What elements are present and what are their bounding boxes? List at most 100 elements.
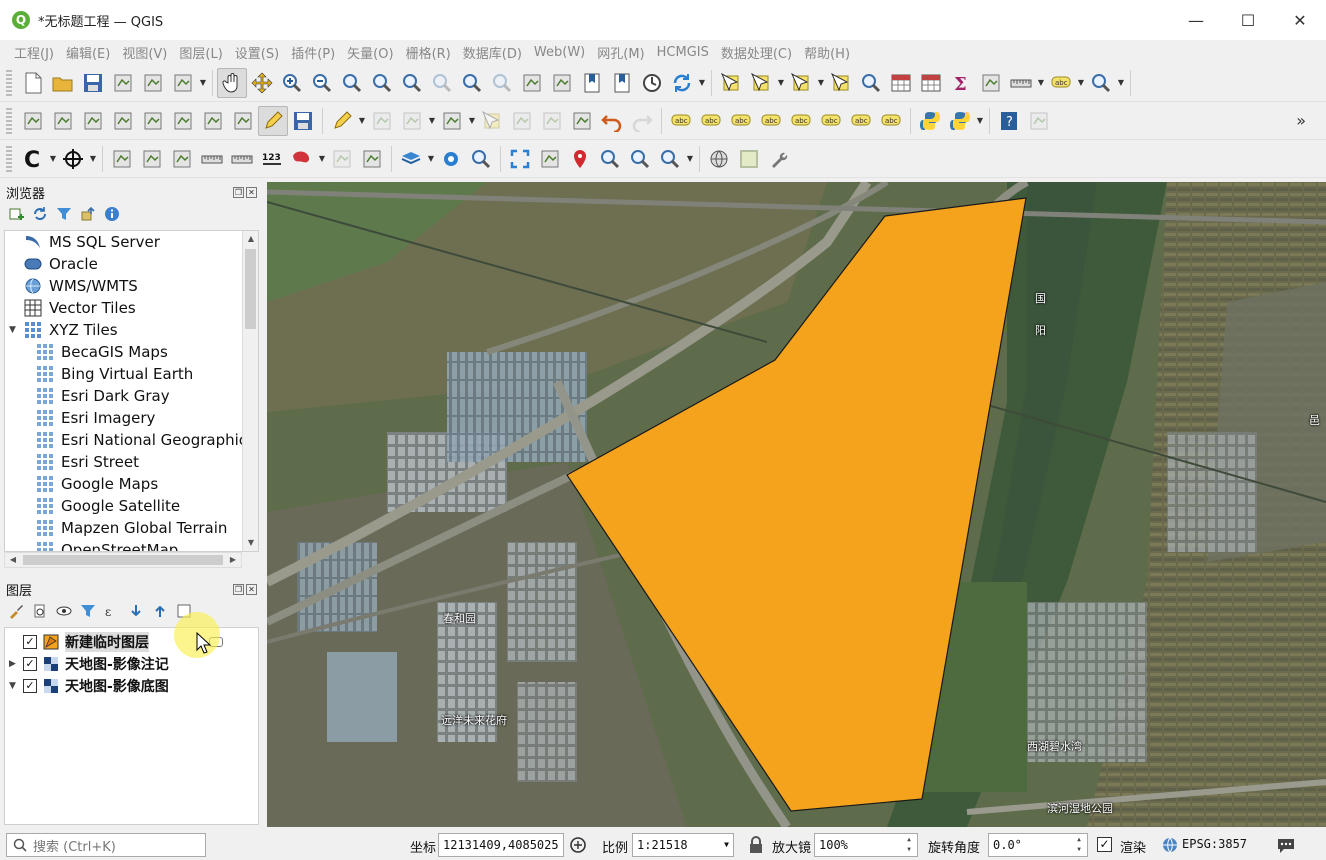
maximize-button[interactable]: ☐ [1222,0,1274,40]
browser-horizontal-scrollbar[interactable]: ◀ ▶ [4,552,242,568]
search-icon[interactable] [466,144,496,174]
menu-view[interactable]: 视图(V) [116,43,173,62]
georeferencer-icon[interactable] [1024,106,1054,136]
cut-features-icon[interactable] [507,106,537,136]
browser-item[interactable]: Esri Street [35,451,139,473]
layer-row-annotation[interactable]: ▶ ✓ 天地图-影像注记 [9,653,169,675]
zoom-native-icon[interactable] [427,68,457,98]
layer-labeling-icon[interactable]: abc [696,106,726,136]
close-panel-icon[interactable]: ✕ [246,583,257,595]
globe-icon[interactable] [1160,835,1180,855]
dropdown-arrow-icon[interactable]: ▼ [697,68,707,98]
zoom-cross-icon[interactable] [625,144,655,174]
browser-item[interactable]: BecaGIS Maps [35,341,168,363]
new-spatial-bookmark-icon[interactable] [577,68,607,98]
wrench-icon[interactable] [764,144,794,174]
statistics-icon[interactable] [916,68,946,98]
scroll-right-icon[interactable]: ▶ [225,553,241,567]
browser-item[interactable]: Esri Dark Gray [35,385,170,407]
new-shapefile-layer-icon[interactable] [78,106,108,136]
deselect-icon[interactable] [786,68,816,98]
layout-manager-icon[interactable] [138,68,168,98]
new-print-layout-icon[interactable] [108,68,138,98]
help-icon[interactable]: ? [994,106,1024,136]
python-icon[interactable] [945,106,975,136]
locator-search-input[interactable]: 搜索 (Ctrl+K) [6,833,206,857]
identify-features-icon[interactable] [856,68,886,98]
dropdown-arrow-icon[interactable]: ▼ [467,106,477,136]
delete-selected-icon[interactable] [477,106,507,136]
dropdown-arrow-icon[interactable]: ▼ [816,68,826,98]
scroll-left-icon[interactable]: ◀ [5,553,21,567]
menu-project[interactable]: 工程(J) [8,43,60,62]
zoom-box-icon[interactable] [655,144,685,174]
new-temporary-layer-icon[interactable] [138,106,168,136]
scrollbar-thumb[interactable] [23,555,223,565]
add-group-icon[interactable] [30,601,50,621]
spin-arrows-icon[interactable]: ▲ ▼ [1073,835,1085,855]
coordinate-field[interactable]: 12131409,4085025 [438,833,564,857]
spin-arrows-icon[interactable]: ▲ ▼ [903,835,915,855]
move-label-icon[interactable]: abc [816,106,846,136]
filter-by-expression-icon[interactable]: ε [102,601,122,621]
toolbar-overflow-button[interactable]: » [1296,111,1306,130]
dropdown-arrow-icon[interactable]: ▼ [1036,68,1046,98]
dropdown-arrow-icon[interactable]: ▼ [357,106,367,136]
locator-icon[interactable] [1086,68,1116,98]
render-checkbox[interactable]: ✓ [1097,837,1112,852]
close-button[interactable]: ✕ [1274,0,1326,40]
layers-tree[interactable]: ✓ 新建临时图层 ▶ ✓ 天地图-影像注记 ▼ ✓ 天地图-影像底图 [4,627,259,825]
python-console-icon[interactable] [915,106,945,136]
expand-arrow-icon[interactable]: ▶ [9,659,23,669]
measure-icon[interactable] [197,144,227,174]
mouse-coordinate-icon[interactable] [568,835,588,855]
toolbar-grip[interactable] [6,145,12,172]
network-icon[interactable] [327,144,357,174]
browser-item[interactable]: Google Maps [35,473,158,495]
menu-layer[interactable]: 图层(L) [173,43,228,62]
ruler-icon[interactable] [227,144,257,174]
change-label-icon[interactable]: abc [876,106,906,136]
menu-help[interactable]: 帮助(H) [798,43,856,62]
attribute-table-icon[interactable] [886,68,916,98]
temporal-controller-icon[interactable] [637,68,667,98]
zoom-next-icon[interactable] [487,68,517,98]
menu-settings[interactable]: 设置(S) [229,43,285,62]
browser-item[interactable]: MS SQL Server [9,231,160,253]
menu-database[interactable]: 数据库(D) [457,43,528,62]
save-edits-icon[interactable] [288,106,318,136]
open-layer-styling-icon[interactable] [6,601,26,621]
browser-item[interactable]: WMS/WMTS [9,275,138,297]
style-manager-icon[interactable] [168,68,198,98]
collapse-arrow-icon[interactable]: ▼ [9,681,23,691]
zoom-to-layer-icon[interactable] [397,68,427,98]
dropdown-arrow-icon[interactable]: ▼ [1076,68,1086,98]
select-features-icon[interactable] [716,68,746,98]
menu-vector[interactable]: 矢量(O) [341,43,399,62]
hcmgis-icon[interactable]: C [18,144,48,174]
toolbar-grip[interactable] [6,107,12,134]
vertex-tool-icon[interactable] [397,106,427,136]
toolbar-grip[interactable] [6,69,12,96]
copy-features-icon[interactable] [537,106,567,136]
float-panel-icon[interactable]: ❐ [233,186,244,198]
zoom-point-icon[interactable] [595,144,625,174]
zoom-full-icon[interactable] [337,68,367,98]
browser-item[interactable]: Oracle [9,253,98,275]
crs-button[interactable]: EPSG:3857 [1182,837,1247,851]
topology-icon[interactable] [357,144,387,174]
field-calculator-icon[interactable] [976,68,1006,98]
messages-icon[interactable] [1276,835,1296,855]
number-icon[interactable]: 123 [257,144,287,174]
toggle-editing-icon[interactable] [258,105,288,136]
select-by-value-icon[interactable] [746,68,776,98]
menu-processing[interactable]: 数据处理(C) [715,43,798,62]
dropdown-arrow-icon[interactable]: ▼ [198,68,208,98]
layer-visibility-checkbox[interactable]: ✓ [23,635,37,649]
browser-item[interactable]: OpenStreetMap [35,539,178,551]
pin-labels-icon[interactable]: abc [756,106,786,136]
globe-icon[interactable] [704,144,734,174]
geocoding-icon[interactable] [107,144,137,174]
dropdown-arrow-icon[interactable]: ▼ [685,144,695,174]
shapes-icon[interactable] [287,144,317,174]
